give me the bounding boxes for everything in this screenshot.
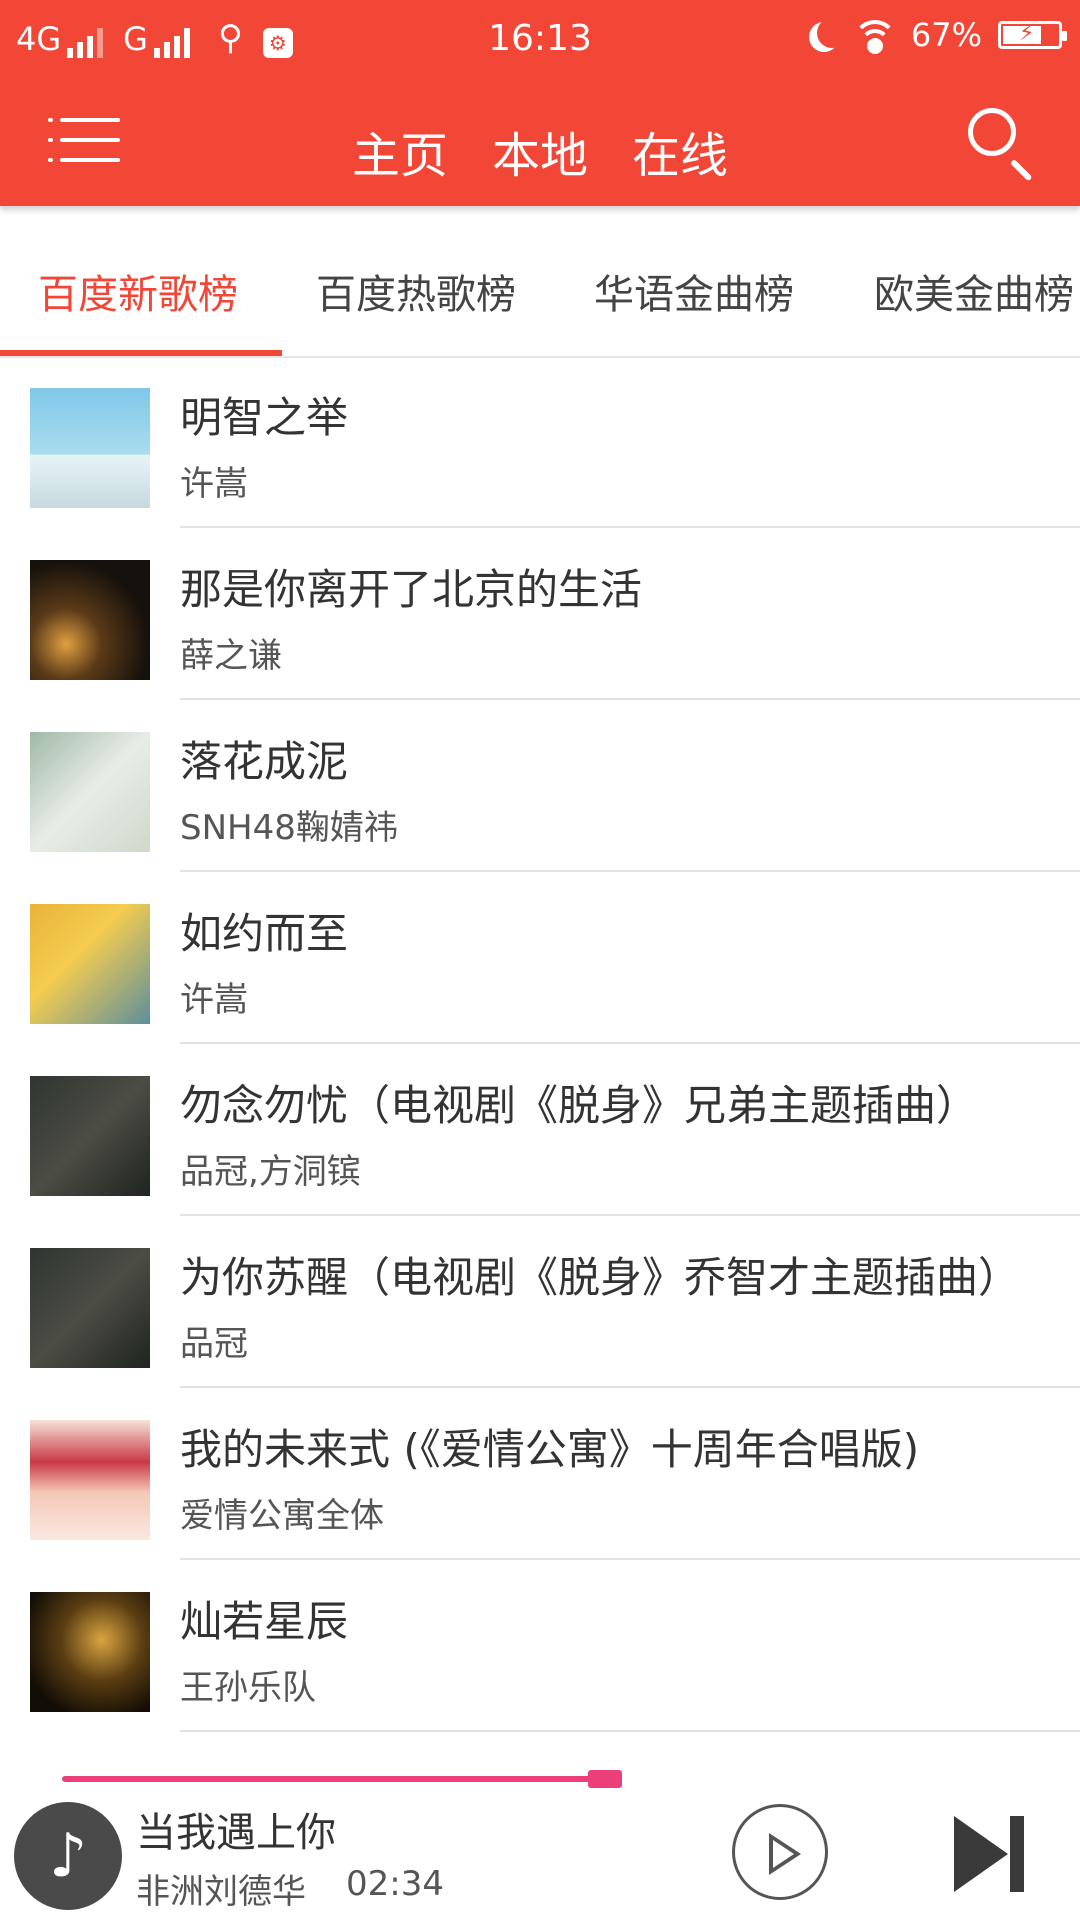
song-artist: 许嵩 <box>180 464 248 504</box>
play-icon <box>769 1833 801 1875</box>
song-artist: 品冠 <box>180 1324 248 1364</box>
song-row[interactable]: 那是你离开了北京的生活 薛之谦 <box>0 528 1080 700</box>
album-cover <box>30 1248 150 1368</box>
tab-chinese-golden-songs[interactable]: 华语金曲榜 <box>594 262 794 320</box>
album-cover <box>30 388 150 508</box>
song-artist: 薛之谦 <box>180 636 282 676</box>
album-cover <box>30 1420 150 1540</box>
song-list: 明智之举 许嵩 那是你离开了北京的生活 薛之谦 落花成泥 SNH48鞠婧祎 如约… <box>0 356 1080 1764</box>
song-title: 勿念勿忧（电视剧《脱身》兄弟主题插曲） <box>180 1081 979 1130</box>
song-artist: 爱情公寓全体 <box>180 1496 384 1536</box>
progress-thumb[interactable] <box>588 1770 622 1788</box>
song-row[interactable]: 灿若星辰 王孙乐队 <box>0 1560 1080 1732</box>
chart-category-tabs: 百度新歌榜 百度热歌榜 华语金曲榜 欧美金曲榜 <box>0 206 1080 358</box>
mini-player[interactable]: ♪ 当我遇上你 非洲刘德华 02:34 <box>0 1764 1080 1920</box>
battery-percent: 67% <box>910 16 982 54</box>
now-playing-title: 当我遇上你 <box>136 1810 336 1856</box>
tab-local[interactable]: 本地 <box>492 116 588 186</box>
album-cover <box>30 732 150 852</box>
song-title: 灿若星辰 <box>180 1597 349 1646</box>
battery-icon: ⚡ <box>998 21 1067 49</box>
song-row[interactable]: 落花成泥 SNH48鞠婧祎 <box>0 700 1080 872</box>
progress-bar[interactable] <box>62 1776 622 1782</box>
wifi-icon <box>852 18 897 54</box>
album-cover <box>30 1076 150 1196</box>
now-playing-artist: 非洲刘德华 <box>136 1872 306 1912</box>
song-title: 那是你离开了北京的生活 <box>180 565 643 614</box>
song-row[interactable]: 我的未来式 (《爱情公寓》十周年合唱版) 爱情公寓全体 <box>0 1388 1080 1560</box>
search-icon[interactable] <box>966 106 1038 182</box>
status-right: 67% ⚡ <box>809 16 1067 54</box>
tab-western-golden-songs[interactable]: 欧美金曲榜 <box>874 262 1074 320</box>
tab-baidu-hot-songs[interactable]: 百度热歌榜 <box>316 262 516 320</box>
album-cover <box>30 560 150 680</box>
song-row[interactable]: 明智之举 许嵩 <box>0 356 1080 528</box>
tab-online[interactable]: 在线 <box>632 116 728 186</box>
song-row[interactable]: 如约而至 许嵩 <box>0 872 1080 1044</box>
song-title: 落花成泥 <box>180 737 349 786</box>
song-title: 如约而至 <box>180 909 349 958</box>
divider <box>180 1730 1080 1732</box>
album-cover <box>30 1592 150 1712</box>
song-row[interactable]: 勿念勿忧（电视剧《脱身》兄弟主题插曲） 品冠,方洞镔 <box>0 1044 1080 1216</box>
song-title: 我的未来式 (《爱情公寓》十周年合唱版) <box>180 1425 920 1474</box>
song-title: 明智之举 <box>180 393 349 442</box>
song-artist: 王孙乐队 <box>180 1668 316 1708</box>
skip-next-icon <box>954 1816 1008 1892</box>
song-row[interactable]: 为你苏醒（电视剧《脱身》乔智才主题插曲） 品冠 <box>0 1216 1080 1388</box>
tab-home[interactable]: 主页 <box>352 116 448 186</box>
app-header: 4G G ⚲ ⚙ 16:13 67% ⚡ 主页 本地 在线 <box>0 0 1080 206</box>
now-playing-time: 02:34 <box>346 1864 444 1904</box>
status-bar: 4G G ⚲ ⚙ 16:13 67% ⚡ <box>0 0 1080 80</box>
tab-baidu-new-songs[interactable]: 百度新歌榜 <box>38 262 238 320</box>
song-artist: 品冠,方洞镔 <box>180 1152 361 1192</box>
skip-next-button[interactable] <box>954 1816 1026 1892</box>
song-artist: SNH48鞠婧祎 <box>180 808 398 848</box>
main-nav-tabs: 主页 本地 在线 <box>0 116 1080 186</box>
play-button[interactable] <box>732 1804 828 1900</box>
song-title: 为你苏醒（电视剧《脱身》乔智才主题插曲） <box>180 1253 1021 1302</box>
music-note-icon: ♪ <box>14 1802 122 1910</box>
album-cover <box>30 904 150 1024</box>
song-artist: 许嵩 <box>180 980 248 1020</box>
moon-icon <box>817 18 847 48</box>
